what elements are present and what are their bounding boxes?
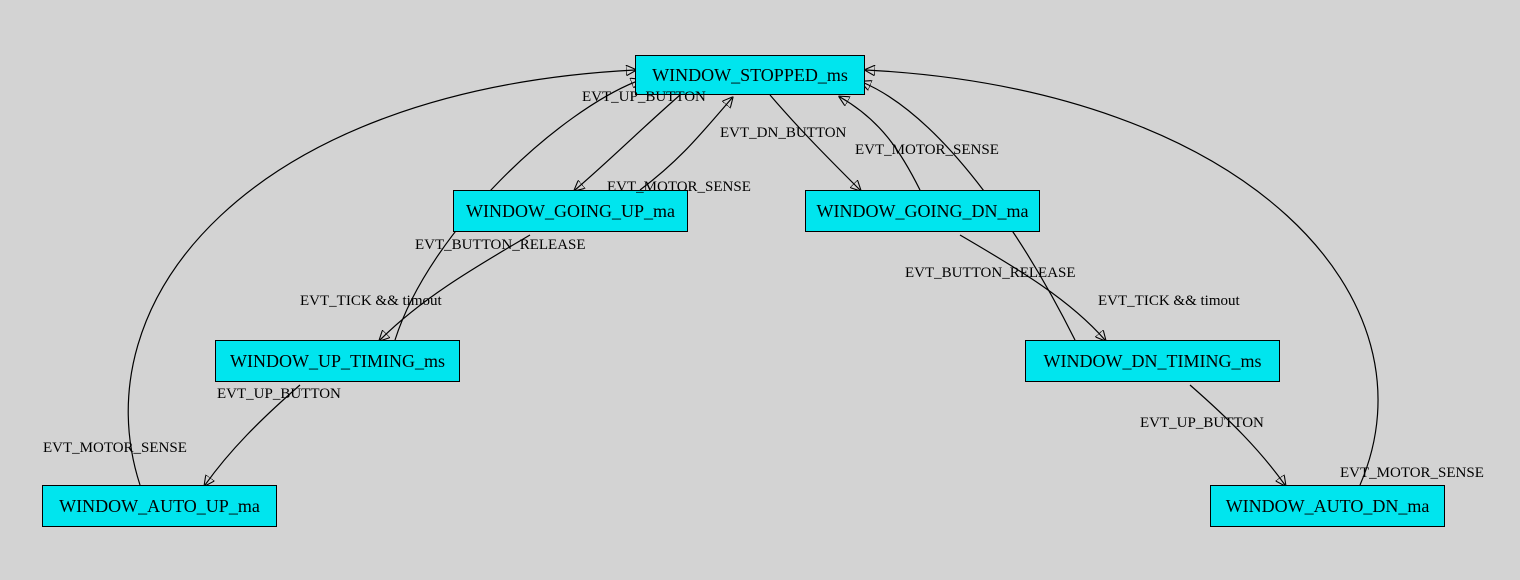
node-window-dn-timing: WINDOW_DN_TIMING_ms	[1025, 340, 1280, 382]
edge-label-dn-timing-to-stopped: EVT_TICK && timout	[1098, 293, 1240, 310]
node-window-going-up: WINDOW_GOING_UP_ma	[453, 190, 688, 232]
edge-label-auto-up-to-stopped: EVT_MOTOR_SENSE	[43, 440, 187, 457]
node-window-up-timing: WINDOW_UP_TIMING_ms	[215, 340, 460, 382]
edge-label-stopped-to-going-up: EVT_UP_BUTTON	[582, 89, 706, 106]
node-window-auto-dn: WINDOW_AUTO_DN_ma	[1210, 485, 1445, 527]
node-window-auto-up: WINDOW_AUTO_UP_ma	[42, 485, 277, 527]
edge-label-going-up-to-up-timing: EVT_BUTTON_RELEASE	[415, 237, 586, 254]
node-window-going-dn: WINDOW_GOING_DN_ma	[805, 190, 1040, 232]
edge-label-auto-dn-to-stopped: EVT_MOTOR_SENSE	[1340, 465, 1484, 482]
edge-label-up-timing-to-auto-up: EVT_UP_BUTTON	[217, 386, 341, 403]
edge-label-dn-timing-to-auto-dn: EVT_UP_BUTTON	[1140, 415, 1264, 432]
edge-label-going-up-to-stopped: EVT_MOTOR_SENSE	[607, 179, 751, 196]
edge-label-up-timing-to-stopped: EVT_TICK && timout	[300, 293, 442, 310]
edge-label-stopped-to-going-dn: EVT_DN_BUTTON	[720, 125, 846, 142]
edge-label-going-dn-to-dn-timing: EVT_BUTTON_RELEASE	[905, 265, 1076, 282]
edge-label-going-dn-to-stopped: EVT_MOTOR_SENSE	[855, 142, 999, 159]
